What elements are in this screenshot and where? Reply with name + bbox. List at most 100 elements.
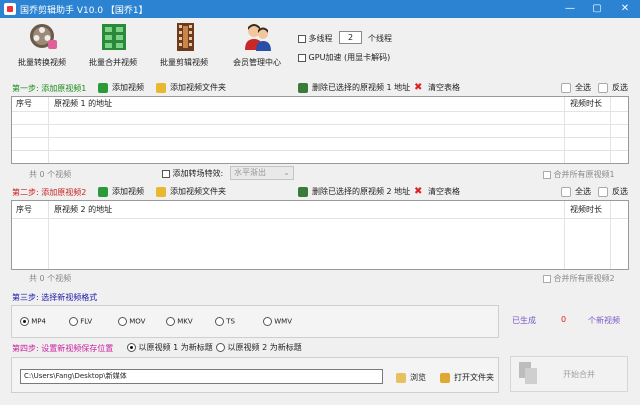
step1-invert-button[interactable]: 反选 bbox=[598, 82, 628, 93]
step2-add-video-button[interactable]: 添加视频 bbox=[98, 186, 144, 197]
transition-select[interactable]: 水平渐出 ⌄ bbox=[230, 166, 294, 180]
step1-count: 共 0 个视频 bbox=[29, 170, 72, 179]
add-folder-icon bbox=[156, 82, 166, 93]
maximize-button[interactable]: ▢ bbox=[584, 0, 610, 18]
thread-unit-label: 个线程 bbox=[368, 34, 392, 43]
delete-selected-icon bbox=[298, 186, 308, 197]
col-index-header: 序号 bbox=[16, 99, 32, 108]
step2-select-all-button[interactable]: 全选 bbox=[561, 186, 591, 197]
gpu-checkbox[interactable] bbox=[298, 53, 306, 62]
step1-merge-all-option[interactable]: 合并所有原视频1 bbox=[543, 169, 615, 180]
batch-merge-button[interactable]: 批量合并视频 bbox=[84, 22, 142, 70]
step3-title: 第三步: 选择新视频格式 bbox=[12, 293, 98, 302]
step2-merge-all-option[interactable]: 合并所有原视频2 bbox=[543, 273, 615, 284]
batch-convert-button[interactable]: 批量转换视频 bbox=[13, 22, 71, 70]
format-flv-radio[interactable] bbox=[69, 317, 78, 326]
minimize-button[interactable]: — bbox=[557, 0, 583, 18]
step2-merge-all-checkbox[interactable] bbox=[543, 274, 551, 283]
app-icon bbox=[4, 3, 16, 15]
step2-clear-table-button[interactable]: ✖ 清空表格 bbox=[414, 186, 460, 197]
format-mp4-radio[interactable] bbox=[20, 317, 29, 326]
select-all-icon bbox=[561, 82, 571, 93]
window-title: 国乔剪辑助手 V10.0 【国乔1】 bbox=[20, 6, 148, 16]
generated-unit: 个新视频 bbox=[588, 316, 620, 325]
title-option-2[interactable]: 以原视频 2 为新标题 bbox=[216, 342, 302, 353]
merge-grid-icon bbox=[102, 24, 126, 50]
generated-count: 0 bbox=[561, 315, 567, 324]
step2-invert-button[interactable]: 反选 bbox=[598, 186, 628, 197]
member-center-label: 会员管理中心 bbox=[233, 58, 281, 67]
format-flv-option[interactable]: FLV bbox=[69, 317, 92, 326]
step2-add-folder-button[interactable]: 添加视频文件夹 bbox=[156, 186, 226, 197]
clear-icon: ✖ bbox=[414, 81, 423, 93]
open-folder-button[interactable]: 打开文件夹 bbox=[440, 372, 494, 383]
format-mkv-option[interactable]: MKV bbox=[166, 317, 193, 326]
step1-merge-all-checkbox[interactable] bbox=[543, 170, 551, 179]
clear-icon: ✖ bbox=[414, 185, 423, 197]
step2-delete-selected-button[interactable]: 删除已选择的原视频 2 地址 bbox=[298, 186, 410, 197]
delete-selected-icon bbox=[298, 82, 308, 93]
members-icon bbox=[245, 24, 271, 51]
add-video-icon bbox=[98, 186, 108, 197]
invert-icon bbox=[598, 82, 608, 93]
col-duration-header: 视频时长 bbox=[570, 99, 602, 108]
title-option-1[interactable]: 以原视频 1 为新标题 bbox=[127, 342, 213, 353]
format-mov-option[interactable]: MOV bbox=[118, 317, 145, 326]
col-index-header: 序号 bbox=[16, 205, 32, 214]
col-path-header: 原视频 1 的地址 bbox=[54, 99, 113, 108]
step1-video-table[interactable]: 序号 原视频 1 的地址 视频时长 bbox=[11, 96, 629, 164]
transition-checkbox[interactable] bbox=[162, 169, 170, 178]
member-center-button[interactable]: 会员管理中心 bbox=[228, 22, 286, 70]
title-bar: 国乔剪辑助手 V10.0 【国乔1】 — ▢ ✕ bbox=[0, 0, 640, 18]
step2-title: 第二步: 添加原视频2 bbox=[12, 188, 87, 197]
gpu-option[interactable]: GPU加速 (用显卡解码) bbox=[298, 52, 390, 63]
close-button[interactable]: ✕ bbox=[612, 0, 638, 18]
step1-clear-table-button[interactable]: ✖ 清空表格 bbox=[414, 82, 460, 93]
step4-title: 第四步: 设置新视频保存位置 bbox=[12, 344, 114, 353]
transition-option[interactable]: 添加转场特效: bbox=[162, 168, 223, 179]
multithread-label: 多线程 bbox=[308, 34, 333, 43]
add-folder-icon bbox=[156, 186, 166, 197]
chevron-down-icon: ⌄ bbox=[283, 168, 290, 177]
format-ts-radio[interactable] bbox=[215, 317, 224, 326]
col-duration-header: 视频时长 bbox=[570, 205, 602, 214]
invert-icon bbox=[598, 186, 608, 197]
multithread-option[interactable]: 多线程 bbox=[298, 33, 333, 44]
title-option-2-radio[interactable] bbox=[216, 343, 225, 352]
thread-count-input[interactable]: 2 bbox=[339, 31, 362, 44]
step1-add-video-button[interactable]: 添加视频 bbox=[98, 82, 144, 93]
multithread-checkbox[interactable] bbox=[298, 34, 306, 43]
step2-video-table[interactable]: 序号 原视频 2 的地址 视频时长 bbox=[11, 200, 629, 270]
start-merge-button[interactable]: 开始合并 bbox=[510, 356, 628, 392]
open-folder-icon bbox=[440, 372, 450, 383]
select-all-icon bbox=[561, 186, 571, 197]
film-clip-icon bbox=[177, 23, 194, 51]
format-wmv-option[interactable]: WMV bbox=[263, 317, 292, 326]
batch-merge-label: 批量合并视频 bbox=[89, 58, 137, 67]
save-path-input[interactable]: C:\Users\Fang\Desktop\新媒体 bbox=[20, 369, 383, 384]
batch-convert-label: 批量转换视频 bbox=[18, 58, 66, 67]
film-reel-icon bbox=[30, 24, 57, 49]
format-mkv-radio[interactable] bbox=[166, 317, 175, 326]
start-merge-label: 开始合并 bbox=[563, 370, 595, 379]
title-option-1-radio[interactable] bbox=[127, 343, 136, 352]
step1-delete-selected-button[interactable]: 删除已选择的原视频 1 地址 bbox=[298, 82, 410, 93]
folder-icon bbox=[396, 372, 406, 383]
add-video-icon bbox=[98, 82, 108, 93]
format-ts-option[interactable]: TS bbox=[215, 317, 235, 326]
batch-clip-label: 批量剪辑视频 bbox=[160, 58, 208, 67]
format-mov-radio[interactable] bbox=[118, 317, 127, 326]
generated-label: 已生成 bbox=[512, 316, 536, 325]
gpu-label: GPU加速 (用显卡解码) bbox=[308, 53, 391, 62]
step1-title: 第一步: 添加原视频1 bbox=[12, 84, 87, 93]
step2-count: 共 0 个视频 bbox=[29, 274, 72, 283]
format-mp4-option[interactable]: MP4 bbox=[20, 317, 46, 326]
browse-button[interactable]: 浏览 bbox=[396, 372, 426, 383]
step1-select-all-button[interactable]: 全选 bbox=[561, 82, 591, 93]
batch-clip-button[interactable]: 批量剪辑视频 bbox=[155, 22, 213, 70]
format-wmv-radio[interactable] bbox=[263, 317, 272, 326]
col-path-header: 原视频 2 的地址 bbox=[54, 205, 113, 214]
step1-add-folder-button[interactable]: 添加视频文件夹 bbox=[156, 82, 226, 93]
transition-label: 添加转场特效: bbox=[172, 169, 224, 178]
merge-icon bbox=[519, 362, 537, 384]
